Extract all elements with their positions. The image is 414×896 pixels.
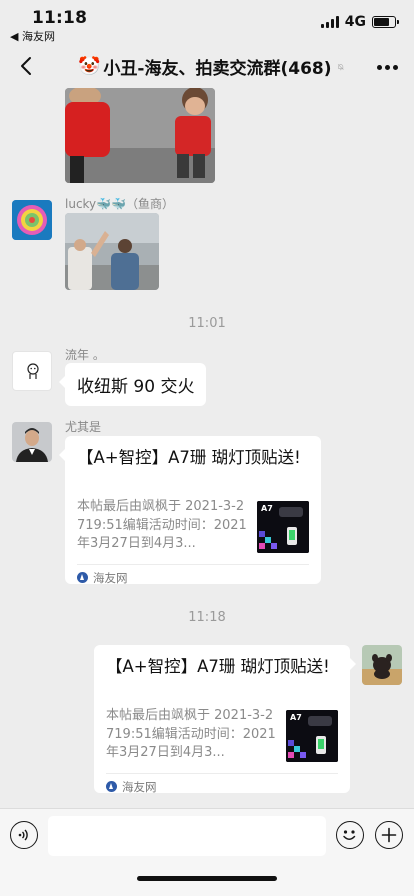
card-thumbnail: A7 xyxy=(286,710,338,762)
image-message[interactable] xyxy=(65,88,215,183)
photo-icon xyxy=(65,213,159,290)
avatar[interactable] xyxy=(12,351,52,391)
thumbnail-label: A7 xyxy=(290,713,302,722)
card-source: 海友网 xyxy=(77,564,309,590)
avatar-coral-icon xyxy=(12,200,52,240)
message-input[interactable] xyxy=(48,816,326,856)
chat-area[interactable]: lucky🐳🐳（鱼商） 11:01 流年 。 收纽斯 90 交火 尤其是 【A+… xyxy=(0,88,414,808)
status-indicators: 4G xyxy=(320,14,399,30)
link-card[interactable]: 【A+智控】A7珊 瑚灯顶贴送! 本帖最后由飒枫于 2021-3-2719:51… xyxy=(59,436,321,585)
network-type: 4G xyxy=(344,14,366,30)
image-message[interactable] xyxy=(65,213,159,290)
avatar[interactable] xyxy=(12,422,52,462)
chat-title: 🤡 小丑-海友、拍卖交流群(468) xyxy=(78,54,344,79)
sender-name: 流年 。 xyxy=(65,348,105,362)
status-bar: 11:18 ◀ 海友网 4G xyxy=(0,0,414,44)
back-arrow-icon[interactable] xyxy=(10,50,42,82)
avatar[interactable] xyxy=(12,200,52,240)
avatar-doodle-icon xyxy=(27,363,39,379)
home-indicator xyxy=(137,876,277,881)
sender-name: lucky🐳🐳（鱼商） xyxy=(65,197,175,211)
back-to-app-link[interactable]: ◀ 海友网 xyxy=(10,28,55,44)
card-title: 【A+智控】A7珊 瑚灯顶贴送! xyxy=(77,448,301,467)
time-divider: 11:01 xyxy=(188,316,226,331)
mute-bell-icon xyxy=(337,63,344,70)
sender-name: 尤其是 xyxy=(65,420,102,434)
voice-icon[interactable] xyxy=(10,821,38,849)
card-source: 海友网 xyxy=(106,773,338,799)
time-divider: 11:18 xyxy=(188,610,226,625)
photo-icon xyxy=(65,88,215,183)
thumbnail-label: A7 xyxy=(261,504,273,513)
plus-icon[interactable] xyxy=(375,821,403,849)
card-thumbnail: A7 xyxy=(257,501,309,553)
card-description: 本帖最后由飒枫于 2021-3-2719:51编辑活动时间：2021年3月27日… xyxy=(77,499,247,551)
haiyou-logo-icon xyxy=(77,572,88,583)
emoji-icon[interactable] xyxy=(336,821,364,849)
input-bar xyxy=(0,808,414,896)
source-name: 海友网 xyxy=(122,779,157,794)
avatar-pet-icon xyxy=(362,645,402,685)
avatar[interactable] xyxy=(362,645,402,685)
group-name: 小丑-海友、拍卖交流群(468) xyxy=(103,59,332,79)
more-icon[interactable] xyxy=(374,54,400,80)
link-card[interactable]: 【A+智控】A7珊 瑚灯顶贴送! 本帖最后由飒枫于 2021-3-2719:51… xyxy=(94,645,356,794)
avatar-person-icon xyxy=(12,422,52,462)
signal-icon xyxy=(320,16,339,28)
card-title: 【A+智控】A7珊 瑚灯顶贴送! xyxy=(106,657,330,676)
card-description: 本帖最后由飒枫于 2021-3-2719:51编辑活动时间：2021年3月27日… xyxy=(106,708,276,760)
nav-bar: 🤡 小丑-海友、拍卖交流群(468) xyxy=(0,44,414,88)
clown-emoji-icon: 🤡 xyxy=(78,56,101,77)
battery-icon xyxy=(372,16,399,28)
source-name: 海友网 xyxy=(93,570,128,585)
haiyou-logo-icon xyxy=(106,781,117,792)
status-time: 11:18 xyxy=(32,8,88,28)
text-message[interactable]: 收纽斯 90 交火 xyxy=(58,363,207,406)
